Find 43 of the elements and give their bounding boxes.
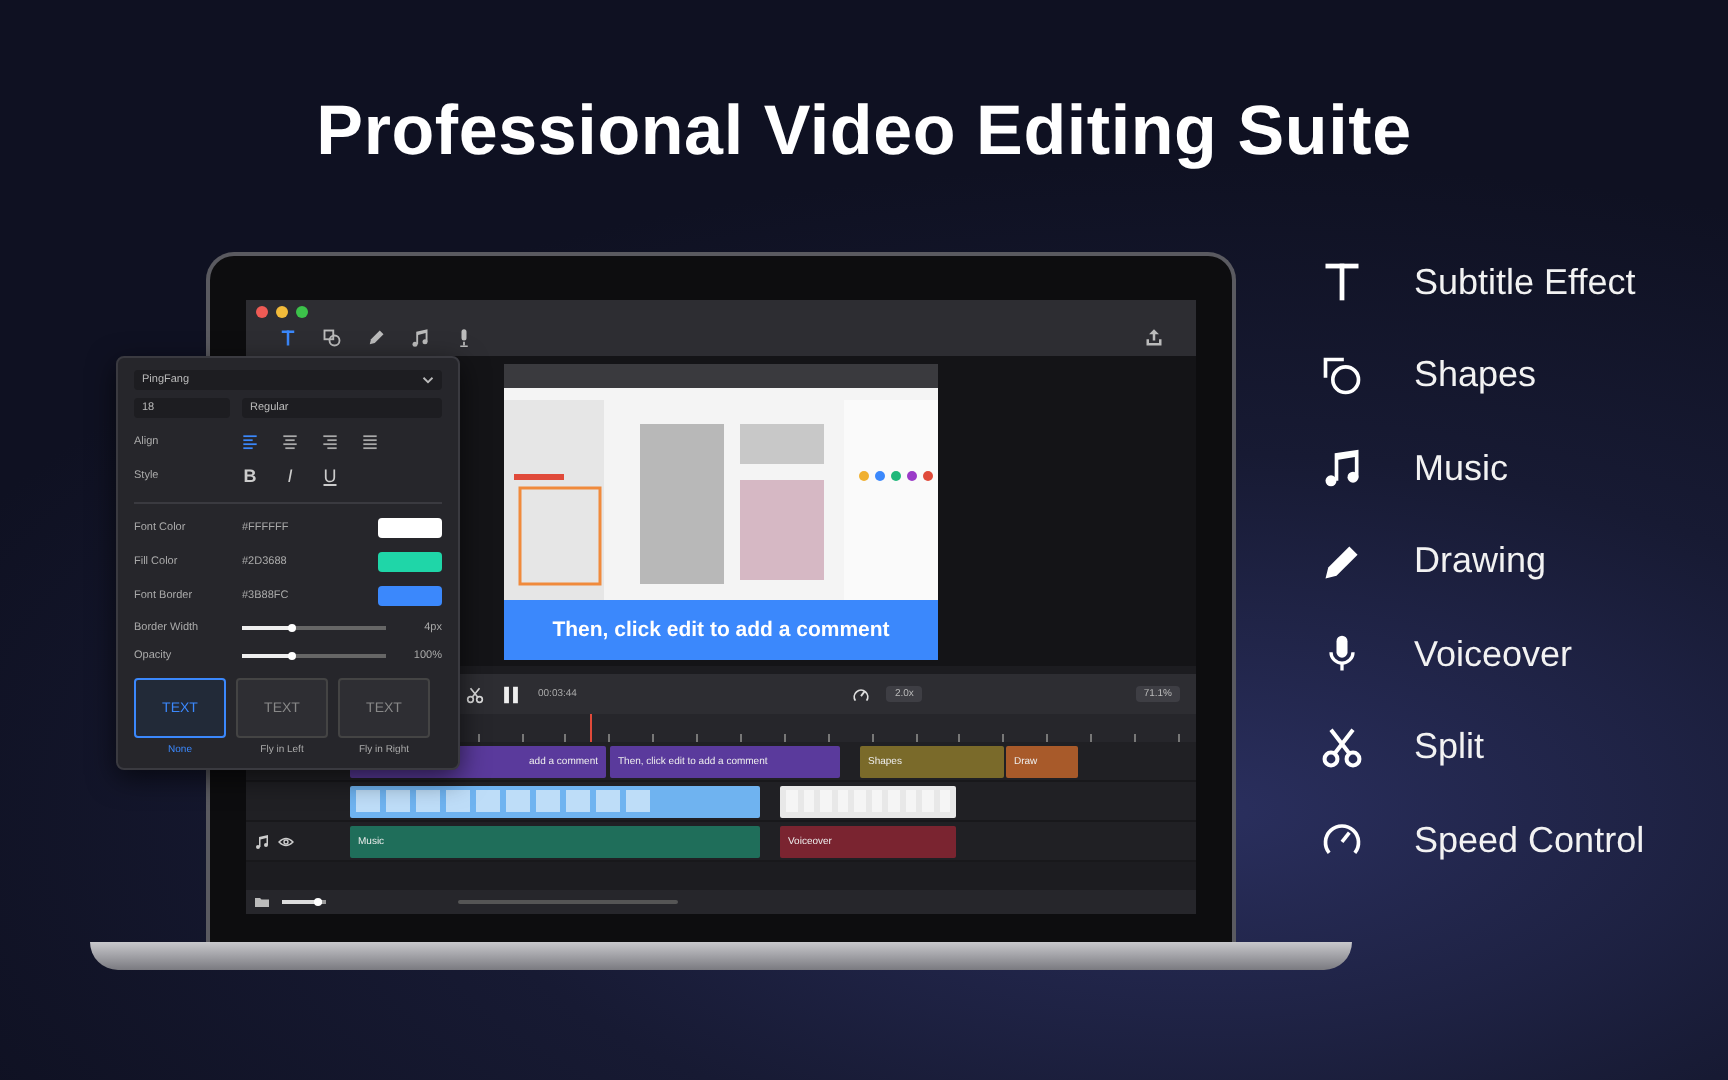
align-justify-icon[interactable] [362, 434, 378, 450]
text-style-toggle[interactable]: I [282, 466, 298, 486]
color-swatch[interactable] [378, 586, 442, 606]
eye-icon[interactable] [278, 833, 294, 849]
close-button[interactable] [256, 306, 268, 318]
color-swatch[interactable] [378, 552, 442, 572]
timeline-zoom-slider[interactable] [282, 900, 322, 904]
music-note-icon [1320, 446, 1364, 490]
feature-label: Drawing [1414, 540, 1547, 582]
chevron-down-icon [422, 374, 434, 386]
text-tool-icon[interactable] [278, 328, 298, 348]
feature-label: Speed Control [1414, 819, 1645, 861]
text-style-toggle[interactable]: B [242, 466, 258, 486]
video-clip-thumbnails[interactable] [350, 785, 760, 817]
feature-label: Voiceover [1414, 633, 1573, 675]
align-center-icon[interactable] [282, 434, 298, 450]
feature-label: Shapes [1414, 354, 1537, 396]
minimize-button[interactable] [276, 306, 288, 318]
video-clip-thumbnails[interactable] [780, 785, 956, 817]
scissors-icon [1320, 725, 1364, 769]
speed-gauge-icon [852, 685, 871, 703]
shapes-tool-icon[interactable] [322, 328, 342, 348]
zoom-button[interactable] [296, 306, 308, 318]
shapes-icon [1320, 353, 1364, 397]
horizontal-scrollbar[interactable] [458, 900, 678, 904]
feature-label: Subtitle Effect [1414, 261, 1636, 303]
color-swatch[interactable] [378, 518, 442, 538]
subtitle-caption: Then, click edit to add a comment [550, 615, 892, 645]
scissors-icon[interactable] [466, 685, 484, 703]
pen-tool-icon[interactable] [366, 328, 386, 348]
align-right-icon[interactable] [322, 434, 338, 450]
headline: Professional Video Editing Suite [314, 90, 1414, 174]
export-icon[interactable] [1144, 328, 1164, 348]
text-style-toggle[interactable]: U [322, 466, 338, 486]
music-note-icon [254, 833, 270, 849]
feature-label: Music [1414, 447, 1509, 489]
align-left-icon[interactable] [242, 434, 258, 450]
folder-icon[interactable] [254, 894, 270, 910]
pause-icon[interactable] [500, 683, 522, 705]
feature-label: Split [1414, 726, 1485, 768]
text-icon [1320, 260, 1364, 304]
microphone-tool-icon[interactable] [454, 328, 474, 348]
music-tool-icon[interactable] [410, 328, 430, 348]
